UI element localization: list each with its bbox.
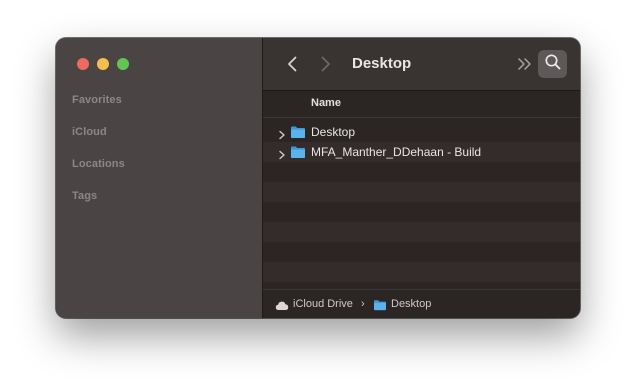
finder-window: Favorites iCloud Locations Tags Desktop [56,38,580,318]
magnifying-glass-icon [544,53,562,76]
cloud-icon [275,298,289,316]
sidebar: Favorites iCloud Locations Tags [56,38,263,318]
disclosure-triangle-icon[interactable] [278,147,286,160]
column-header-name[interactable]: Name [311,97,341,109]
empty-row [263,162,580,182]
close-button[interactable] [77,58,89,70]
empty-row [263,222,580,242]
disclosure-triangle-icon[interactable] [278,127,286,140]
empty-row [263,202,580,222]
folder-icon [373,298,387,316]
path-crumb-desktop[interactable]: Desktop [391,298,431,310]
search-button[interactable] [538,50,567,78]
toolbar-overflow-button[interactable] [516,56,534,72]
path-crumb-icloud-drive[interactable]: iCloud Drive [293,298,353,310]
main-content: Desktop Name Desktop MFA_Manther_DDehaan… [263,38,580,318]
path-separator: › [361,298,365,310]
minimize-button[interactable] [97,58,109,70]
folder-icon [290,125,306,139]
empty-row [263,242,580,262]
toolbar: Desktop [263,38,580,91]
window-title: Desktop [352,55,412,72]
empty-row [263,182,580,202]
window-controls [77,58,129,70]
list-item-name: MFA_Manther_DDehaan - Build [311,145,482,159]
path-bar: iCloud Drive › Desktop [263,289,580,318]
double-chevron-right-icon [516,58,534,76]
list-item[interactable]: Desktop [263,122,580,142]
sidebar-section-tags[interactable]: Tags [72,190,97,202]
folder-icon [290,145,306,159]
column-header-bar: Name [263,91,580,118]
forward-button[interactable] [315,54,335,74]
sidebar-section-icloud[interactable]: iCloud [72,126,107,138]
chevron-right-icon [315,54,335,74]
back-button[interactable] [283,54,303,74]
sidebar-section-favorites[interactable]: Favorites [72,94,122,106]
list-item[interactable]: MFA_Manther_DDehaan - Build [263,142,580,162]
zoom-button[interactable] [117,58,129,70]
empty-row [263,262,580,282]
sidebar-section-locations[interactable]: Locations [72,158,125,170]
chevron-left-icon [283,54,303,74]
list-item-name: Desktop [311,125,356,139]
file-list: Desktop MFA_Manther_DDehaan - Build [263,122,580,302]
